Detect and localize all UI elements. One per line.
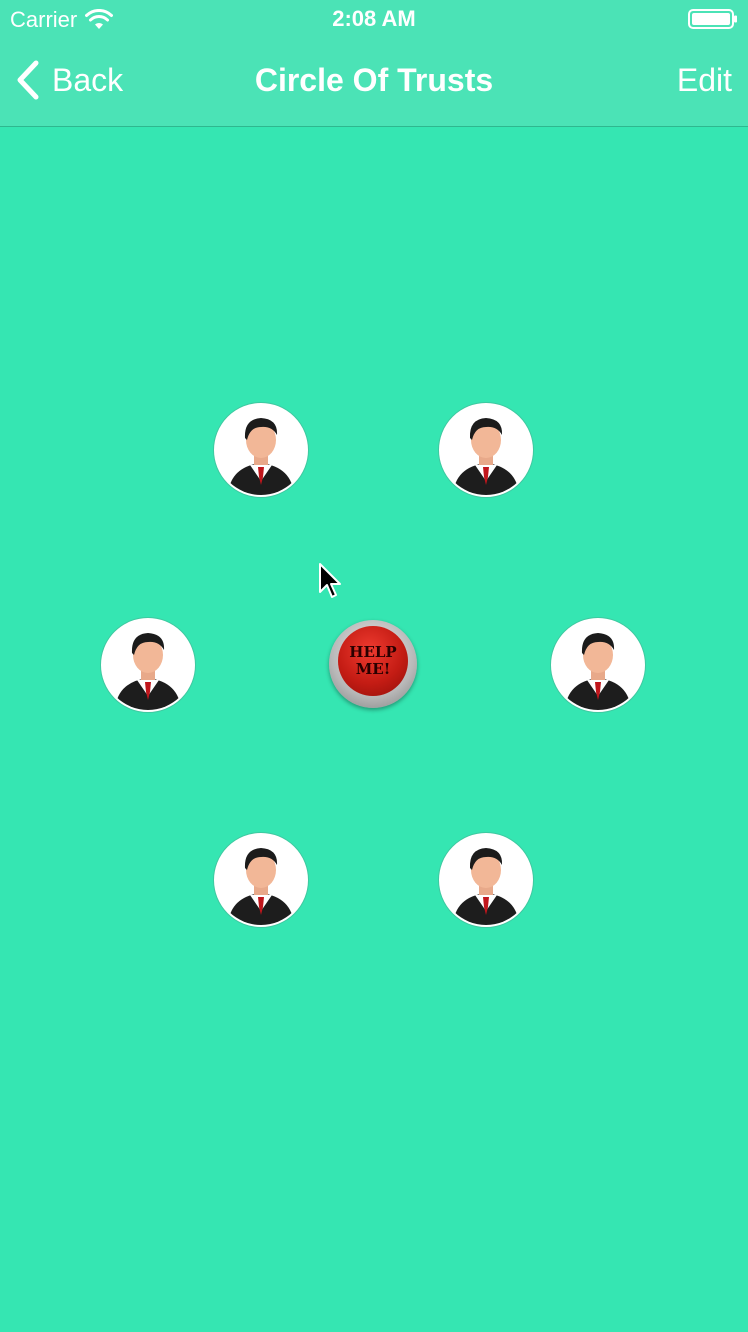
trusted-contact-1[interactable] [214,403,308,497]
person-in-suit-icon [228,848,294,925]
trusted-contact-3[interactable] [101,618,195,712]
trusted-contact-4[interactable] [551,618,645,712]
help-label-line2: ME! [355,660,391,678]
top-bar: Carrier 2:08 AM Back Circle Of Trusts Ed… [0,0,748,127]
battery-icon [688,9,737,29]
help-label-line1: HELP [349,643,397,661]
person-in-suit-icon [453,848,519,925]
person-in-suit-icon [565,633,631,710]
status-time: 2:08 AM [332,6,416,31]
person-in-suit-icon [228,418,294,495]
trusted-contact-6[interactable] [439,833,533,927]
page-title: Circle Of Trusts [254,62,494,98]
trusted-contact-2[interactable] [439,403,533,497]
trusted-contact-5[interactable] [214,833,308,927]
edit-button[interactable]: Edit [677,62,732,99]
navigation-bar: Back Circle Of Trusts Edit [0,42,748,124]
person-in-suit-icon [453,418,519,495]
mouse-cursor-icon [319,563,341,598]
person-in-suit-icon [115,633,181,710]
help-me-button[interactable]: HELP ME! [329,620,417,708]
status-bar: Carrier 2:08 AM [0,0,748,40]
help-me-button-face: HELP ME! [338,626,408,696]
